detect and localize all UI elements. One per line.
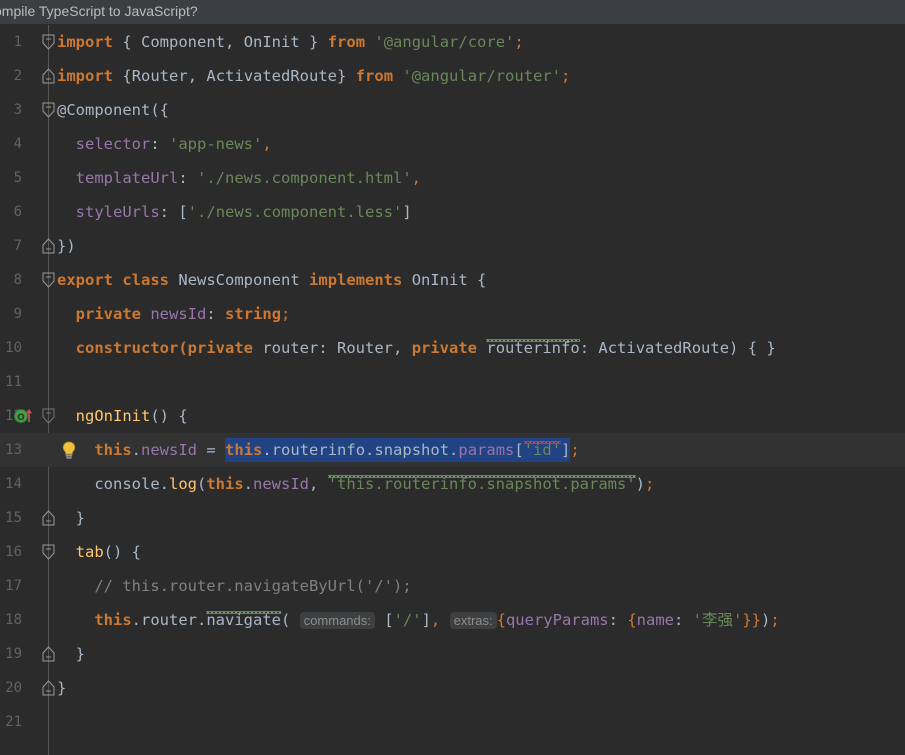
code-text: } (75, 509, 86, 527)
code-text: ngOnInit() { (75, 407, 188, 425)
editor-line[interactable]: 15 } (0, 501, 905, 535)
line-number: 11 (5, 374, 22, 390)
editor-line-current[interactable]: 13 this.newsId = this.routerinfo.snapsho… (0, 433, 905, 467)
code-text: import {Router, ActivatedRoute} from '@a… (57, 67, 571, 85)
code-text: console.log(this.newsId, 'this.routerinf… (57, 475, 655, 493)
editor-line[interactable]: 2 import {Router, ActivatedRoute} from '… (0, 59, 905, 93)
line-number: 1 (13, 34, 22, 50)
line-number: 13 (5, 442, 22, 458)
notification-message: ompile TypeScript to JavaScript? (0, 3, 198, 19)
editor-line[interactable]: 12 O ngOnInit() { (0, 399, 905, 433)
code-text: import { Component, OnInit } from '@angu… (57, 33, 524, 51)
code-text: constructor(private router: Router, priv… (75, 339, 776, 357)
line-number: 9 (13, 306, 22, 322)
editor-line[interactable]: 6 styleUrls: ['./news.component.less'] (0, 195, 905, 229)
code-text: tab() { (75, 543, 141, 561)
editor-line[interactable]: 14 console.log(this.newsId, 'this.router… (0, 467, 905, 501)
editor-line[interactable]: 10 constructor(private router: Router, p… (0, 331, 905, 365)
fold-marker-icon[interactable] (42, 510, 55, 526)
fold-marker-icon[interactable] (42, 544, 55, 560)
line-number: 17 (5, 578, 22, 594)
editor-line[interactable]: 19 } (0, 637, 905, 671)
fold-marker-icon[interactable] (42, 238, 55, 254)
line-number: 2 (13, 68, 22, 84)
code-text: selector: 'app-news', (75, 135, 272, 153)
line-number: 7 (13, 238, 22, 254)
code-text: @Component({ (57, 101, 169, 119)
editor-line[interactable]: 18 this.router.navigate( commands: ['/']… (0, 603, 905, 637)
editor-line[interactable]: 17 // this.router.navigateByUrl('/'); (0, 569, 905, 603)
editor-line[interactable]: 11 (0, 365, 905, 399)
line-number: 10 (5, 340, 22, 356)
line-number: 3 (13, 102, 22, 118)
fold-marker-icon[interactable] (42, 408, 55, 424)
line-number: 15 (5, 510, 22, 526)
editor-line[interactable]: 5 templateUrl: './news.component.html', (0, 161, 905, 195)
fold-marker-icon[interactable] (42, 68, 55, 84)
editor-line[interactable]: 9 private newsId: string; (0, 297, 905, 331)
code-text: templateUrl: './news.component.html', (75, 169, 421, 187)
line-number: 16 (5, 544, 22, 560)
inlay-hint-extras: extras: (449, 612, 497, 629)
code-text: styleUrls: ['./news.component.less'] (75, 203, 412, 221)
code-text: // this.router.navigateByUrl('/'); (94, 577, 412, 595)
code-editor[interactable]: 1 import { Component, OnInit } from '@an… (0, 25, 905, 755)
svg-text:O: O (17, 413, 25, 423)
code-text: } (75, 645, 86, 663)
line-number: 18 (5, 612, 22, 628)
editor-line[interactable]: 16 tab() { (0, 535, 905, 569)
line-number: 20 (5, 680, 22, 696)
inlay-hint-commands: commands: (299, 612, 375, 629)
code-text: private newsId: string; (75, 305, 291, 323)
line-number: 8 (13, 272, 22, 288)
code-text: export class NewsComponent implements On… (57, 271, 487, 289)
fold-marker-icon[interactable] (42, 646, 55, 662)
line-number: 5 (13, 170, 22, 186)
editor-line[interactable]: 8 export class NewsComponent implements … (0, 263, 905, 297)
fold-marker-icon[interactable] (42, 102, 55, 118)
editor-line[interactable]: 1 import { Component, OnInit } from '@an… (0, 25, 905, 59)
fold-marker-icon[interactable] (42, 34, 55, 50)
line-number: 14 (5, 476, 22, 492)
code-text: } (57, 679, 67, 697)
code-text: this.router.navigate( commands: ['/'], e… (94, 611, 780, 629)
code-text: this.newsId = this.routerinfo.snapshot.p… (57, 433, 580, 467)
fold-marker-icon[interactable] (42, 272, 55, 288)
line-number: 21 (5, 714, 22, 730)
editor-line[interactable]: 4 selector: 'app-news', (0, 127, 905, 161)
notification-bar[interactable]: ompile TypeScript to JavaScript? (0, 0, 905, 25)
line-number: 4 (13, 136, 22, 152)
editor-line[interactable]: 7 }) (0, 229, 905, 263)
implements-method-icon[interactable]: O (14, 406, 36, 426)
line-number: 6 (13, 204, 22, 220)
editor-line[interactable]: 3 @Component({ (0, 93, 905, 127)
line-number: 19 (5, 646, 22, 662)
fold-marker-icon[interactable] (42, 680, 55, 696)
code-text: }) (57, 237, 76, 255)
editor-line[interactable]: 21 (0, 705, 905, 739)
editor-line[interactable]: 20 } (0, 671, 905, 705)
